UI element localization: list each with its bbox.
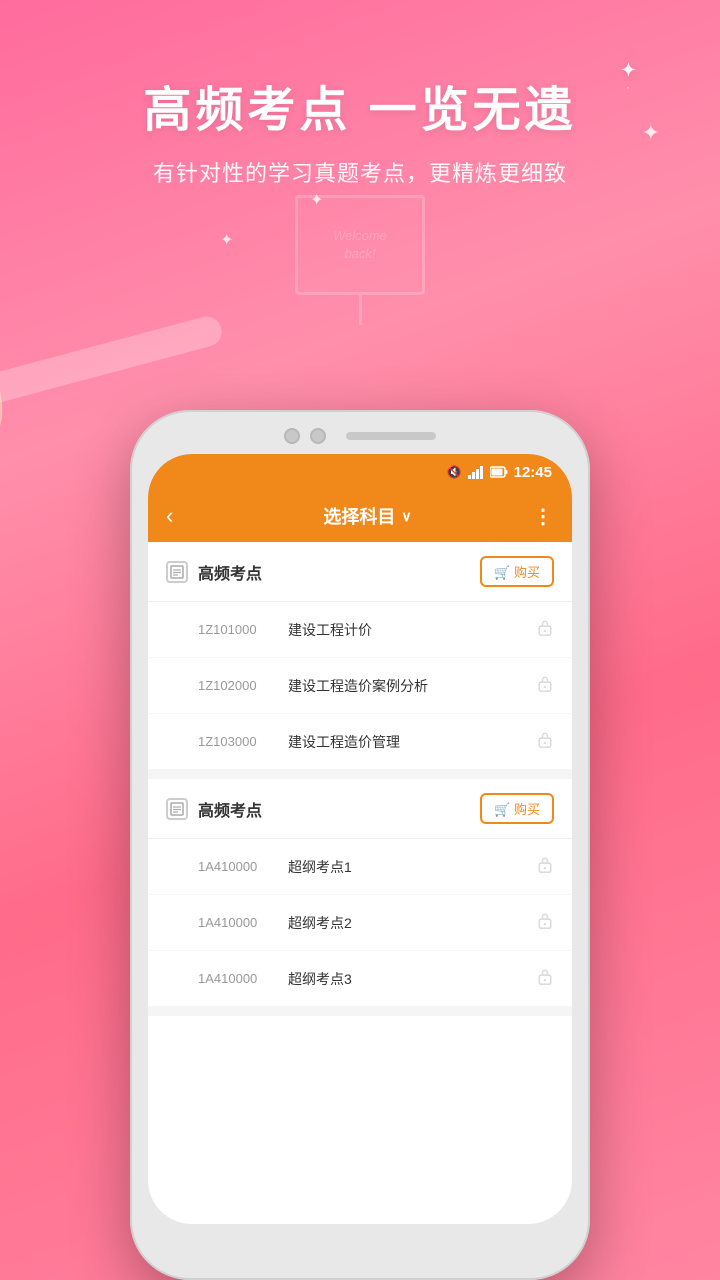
section-1-header-left: 高频考点 [166, 560, 262, 584]
item-code: 1Z103000 [198, 734, 288, 749]
back-button[interactable]: ‹ [166, 503, 202, 529]
status-icons: 🔇 12:45 [447, 464, 552, 481]
lock-icon [536, 855, 554, 878]
item-name: 超纲考点3 [288, 969, 526, 989]
content-area: 高频考点 🛒 购买 1Z101000 建设工程计价 [148, 542, 572, 1016]
hero-section: 高频考点 一览无遗 有针对性的学习真题考点，更精炼更细致 [0, 0, 720, 188]
section-2-title: 高频考点 [198, 797, 262, 821]
flashlight-decoration [0, 313, 225, 409]
item-name: 建设工程计价 [288, 620, 526, 640]
item-code: 1A410000 [198, 971, 288, 986]
list-item[interactable]: 1A410000 超纲考点1 [148, 839, 572, 895]
phone-top-bar [148, 428, 572, 444]
section-1-header: 高频考点 🛒 购买 [148, 542, 572, 602]
item-code: 1A410000 [198, 915, 288, 930]
camera-dot-right [310, 428, 326, 444]
lock-icon [536, 967, 554, 990]
section-2-header-left: 高频考点 [166, 797, 262, 821]
phone-speaker [346, 432, 436, 440]
list-item[interactable]: 1Z102000 建设工程造价案例分析 [148, 658, 572, 714]
phone-screen: 🔇 12:45 [148, 454, 572, 1224]
camera-area [284, 428, 326, 444]
item-name: 超纲考点1 [288, 857, 526, 877]
section-2: 高频考点 🛒 购买 1A410000 超纲考点1 [148, 779, 572, 1006]
section-1-buy-button[interactable]: 🛒 购买 [480, 556, 554, 587]
main-title: 高频考点 一览无遗 [0, 70, 720, 140]
mute-icon: 🔇 [447, 465, 462, 479]
lock-icon [536, 730, 554, 753]
lock-icon [536, 911, 554, 934]
section-1: 高频考点 🛒 购买 1Z101000 建设工程计价 [148, 542, 572, 769]
section-1-title: 高频考点 [198, 560, 262, 584]
nav-chevron-icon[interactable]: ∨ [401, 508, 411, 525]
nav-title: 选择科目 ∨ [202, 503, 533, 529]
item-name: 超纲考点2 [288, 913, 526, 933]
chalkboard-illustration: Welcome back! [295, 195, 425, 325]
lock-icon [536, 674, 554, 697]
section-1-icon [166, 561, 188, 583]
list-item[interactable]: 1A410000 超纲考点3 [148, 951, 572, 1006]
item-name: 建设工程造价管理 [288, 732, 526, 752]
list-item[interactable]: 1Z103000 建设工程造价管理 [148, 714, 572, 769]
item-code: 1Z102000 [198, 678, 288, 693]
sparkle-icon: ✦ [310, 190, 323, 210]
lock-icon [536, 618, 554, 641]
sparkle-icon-2: ✦ [220, 230, 233, 250]
section-2-header: 高频考点 🛒 购买 [148, 779, 572, 839]
item-code: 1Z101000 [198, 622, 288, 637]
list-item[interactable]: 1A410000 超纲考点2 [148, 895, 572, 951]
section-2-buy-button[interactable]: 🛒 购买 [480, 793, 554, 824]
subtitle: 有针对性的学习真题考点，更精炼更细致 [0, 156, 720, 188]
status-bar: 🔇 12:45 [148, 454, 572, 490]
camera-dot-left [284, 428, 300, 444]
nav-bar: ‹ 选择科目 ∨ ⋮ [148, 490, 572, 542]
phone-outer-shell: 🔇 12:45 [130, 410, 590, 1280]
signal-icon [468, 466, 484, 479]
more-button[interactable]: ⋮ [533, 504, 554, 529]
list-item[interactable]: 1Z101000 建设工程计价 [148, 602, 572, 658]
battery-icon [490, 466, 508, 478]
item-name: 建设工程造价案例分析 [288, 676, 526, 696]
section-2-icon [166, 798, 188, 820]
status-time: 12:45 [514, 464, 552, 481]
phone-mockup: 🔇 12:45 [130, 410, 590, 1280]
welcome-text: Welcome back! [333, 227, 387, 263]
item-code: 1A410000 [198, 859, 288, 874]
